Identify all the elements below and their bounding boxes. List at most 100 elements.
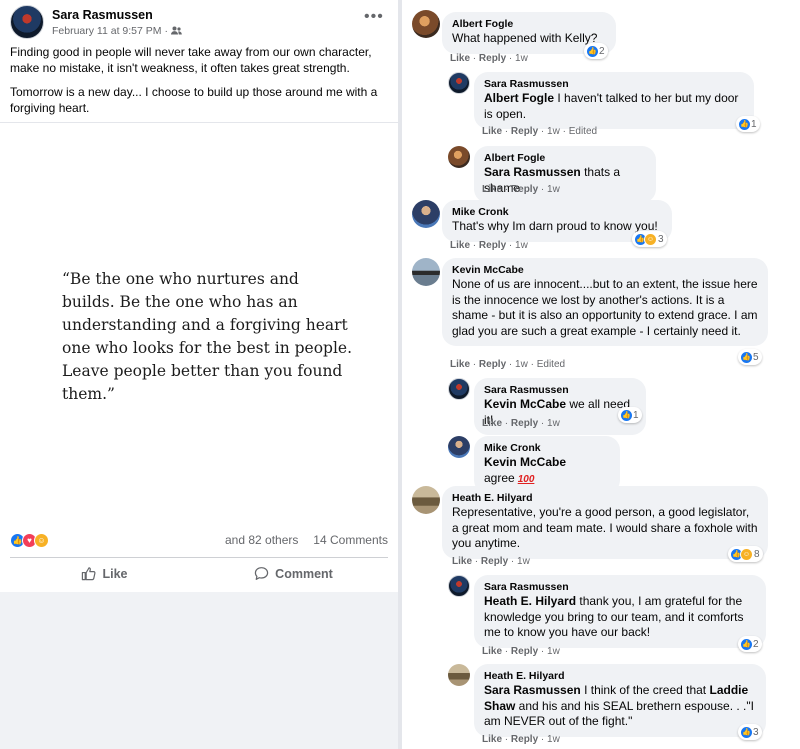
post-image[interactable]: “Be the one who nurtures and builds. Be … (0, 122, 398, 522)
comment-like-link[interactable]: Like (452, 556, 472, 567)
comment-reactions[interactable]: 👍 ☺ 3 (632, 231, 667, 247)
comments-panel: Albert Fogle What happened with Kelly? 👍… (402, 0, 800, 749)
comment-like-link[interactable]: Like (482, 126, 502, 137)
reaction-count: 5 (753, 351, 759, 363)
comment-text: That's why Im darn proud to know you! (452, 219, 658, 233)
post-date[interactable]: February 11 at 9:57 PM (52, 25, 162, 37)
comment-reactions[interactable]: 👍 2 (584, 43, 608, 59)
reaction-count: 3 (658, 233, 664, 245)
post-paragraph: Tomorrow is a new day... I choose to bui… (10, 85, 378, 115)
commenter-name[interactable]: Heath E. Hilyard (452, 492, 758, 505)
comment-time[interactable]: 1w (547, 184, 560, 195)
post-text: Finding good in people will never take a… (10, 44, 390, 124)
mention[interactable]: Kevin McCabe (484, 397, 566, 411)
comment-reply-link[interactable]: Reply (481, 556, 508, 567)
commenter-name[interactable]: Mike Cronk (452, 206, 662, 219)
comment-like-link[interactable]: Like (450, 53, 470, 64)
like-button[interactable]: Like (10, 558, 199, 589)
commenter-avatar[interactable] (412, 486, 440, 514)
comment-reactions[interactable]: 👍 1 (736, 116, 760, 132)
commenter-avatar[interactable] (448, 575, 470, 597)
comment-reply-link[interactable]: Reply (479, 53, 506, 64)
comment-like-link[interactable]: Like (450, 359, 470, 370)
comment-time[interactable]: 1w (515, 359, 528, 370)
like-reaction-icon: 👍 (740, 350, 753, 364)
reaction-count: 2 (753, 638, 759, 650)
comment-reply-link[interactable]: Reply (479, 240, 506, 251)
commenter-avatar[interactable] (448, 72, 470, 94)
commenter-avatar[interactable] (448, 436, 470, 458)
edited-label[interactable]: Edited (537, 359, 565, 370)
comment-actions: Like · Reply · 1w (482, 646, 560, 657)
author-avatar[interactable] (10, 5, 44, 39)
reaction-count: 2 (599, 45, 605, 57)
reaction-others[interactable]: and 82 others (225, 533, 298, 547)
mention[interactable]: Kevin McCabe (484, 455, 566, 469)
like-reaction-icon: 👍 (740, 725, 753, 739)
commenter-name[interactable]: Sara Rasmussen (484, 384, 636, 397)
comment-time[interactable]: 1w (515, 53, 528, 64)
commenter-name[interactable]: Sara Rasmussen (484, 78, 744, 91)
comment-text: Kevin McCabe agree 100 (484, 455, 610, 487)
comment-reply-link[interactable]: Reply (511, 734, 538, 745)
comment-time[interactable]: 1w (517, 556, 530, 567)
comment-reply-link[interactable]: Reply (511, 418, 538, 429)
friends-icon[interactable] (171, 26, 182, 35)
comment-actions: Like · Reply · 1w · Edited (482, 126, 598, 137)
commenter-name[interactable]: Albert Fogle (484, 152, 646, 165)
comment-time[interactable]: 1w (547, 734, 560, 745)
comment-reply-link[interactable]: Reply (479, 359, 506, 370)
comment-actions: Like · Reply · 1w (450, 240, 528, 251)
commenter-avatar[interactable] (448, 146, 470, 168)
like-reaction-icon: 👍 (586, 44, 599, 58)
mention[interactable]: Sara Rasmussen (484, 165, 581, 179)
hundred-points-icon: 100 (517, 473, 535, 485)
comments-count[interactable]: 14 Comments (313, 533, 388, 547)
comment-time[interactable]: 1w (547, 126, 560, 137)
mention[interactable]: Heath E. Hilyard (484, 594, 576, 608)
comment-actions: Like · Reply · 1w (450, 53, 528, 64)
date-separator: · (164, 24, 169, 37)
like-reaction-icon: 👍 (738, 117, 751, 131)
comment-reply-link[interactable]: Reply (511, 126, 538, 137)
reaction-summary[interactable]: 👍 ♥ ☺ and 82 others 14 Comments (10, 530, 388, 550)
comment-reply-link[interactable]: Reply (511, 184, 538, 195)
comment-like-link[interactable]: Like (482, 418, 502, 429)
comment-button[interactable]: Comment (199, 558, 388, 589)
post-author[interactable]: Sara Rasmussen (52, 8, 182, 22)
comment-reply-link[interactable]: Reply (511, 646, 538, 657)
comment-like-link[interactable]: Like (482, 184, 502, 195)
like-reaction-icon: 👍 (740, 637, 753, 651)
more-dots-icon[interactable]: ••• (364, 8, 384, 26)
commenter-avatar[interactable] (448, 378, 470, 400)
commenter-name[interactable]: Kevin McCabe (452, 264, 758, 277)
comment-like-link[interactable]: Like (482, 734, 502, 745)
comment-text: What happened with Kelly? (452, 31, 598, 45)
comment-label: Comment (275, 566, 333, 581)
mention[interactable]: Albert Fogle (484, 91, 554, 105)
comment-reactions[interactable]: 👍 5 (738, 349, 762, 365)
reaction-count: 3 (753, 726, 759, 738)
commenter-avatar[interactable] (448, 664, 470, 686)
comment-reactions[interactable]: 👍 ☺ 8 (728, 546, 763, 562)
image-quote: “Be the one who nurtures and builds. Be … (62, 270, 353, 403)
commenter-name[interactable]: Mike Cronk (484, 442, 610, 455)
comment-reactions[interactable]: 👍 2 (738, 636, 762, 652)
comment-reactions[interactable]: 👍 1 (618, 407, 642, 423)
comment-like-link[interactable]: Like (482, 646, 502, 657)
commenter-name[interactable]: Heath E. Hilyard (484, 670, 756, 683)
comment-time[interactable]: 1w (547, 418, 560, 429)
commenter-name[interactable]: Sara Rasmussen (484, 581, 756, 594)
commenter-name[interactable]: Albert Fogle (452, 18, 606, 31)
comment-time[interactable]: 1w (515, 240, 528, 251)
mention[interactable]: Sara Rasmussen (484, 683, 581, 697)
edited-label[interactable]: Edited (569, 126, 597, 137)
commenter-avatar[interactable] (412, 258, 440, 286)
comment-time[interactable]: 1w (547, 646, 560, 657)
comment-like-link[interactable]: Like (450, 240, 470, 251)
commenter-avatar[interactable] (412, 10, 440, 38)
comment-text: Heath E. Hilyard thank you, I am gratefu… (484, 594, 756, 641)
comment-reactions[interactable]: 👍 3 (738, 724, 762, 740)
commenter-avatar[interactable] (412, 200, 440, 228)
comment-text: None of us are innocent....but to an ext… (452, 277, 758, 338)
